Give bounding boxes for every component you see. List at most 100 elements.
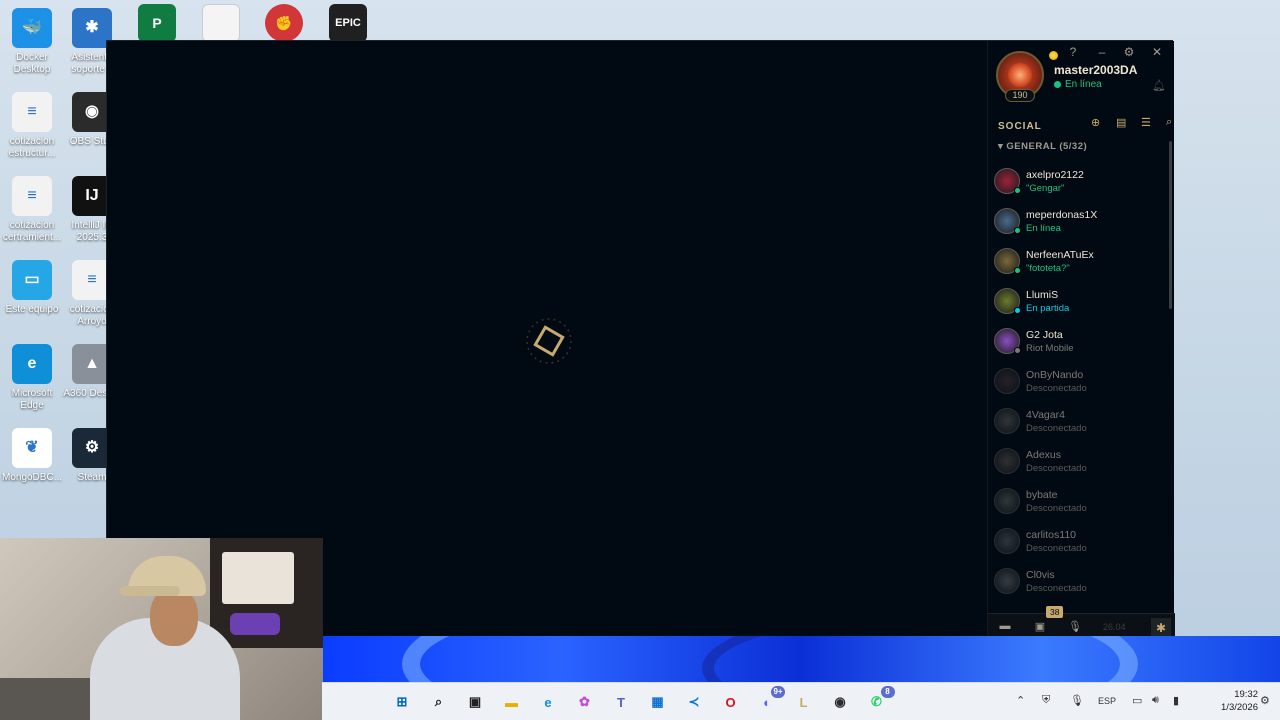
add-friend-icon[interactable]: ⊕: [1091, 116, 1100, 129]
voice-icon[interactable]: 🎙︎: [1064, 620, 1086, 636]
friend-presence-dot: [1014, 227, 1021, 234]
vscode-icon[interactable]: ≺: [682, 690, 706, 714]
whatsapp-icon[interactable]: ✆ 8: [865, 686, 895, 714]
friend-avatar: [994, 488, 1020, 514]
task-view-icon[interactable]: ▣: [463, 690, 487, 714]
close-icon[interactable]: ✕: [1150, 45, 1164, 59]
start-icon[interactable]: ⊞: [390, 690, 414, 714]
quotation-doc-icon[interactable]: ≡ cotizacion estructur...: [0, 92, 64, 160]
battery-icon[interactable]: ▮: [1173, 694, 1179, 707]
friend-presence-dot: [1014, 307, 1021, 314]
chat-icon[interactable]: ▬: [994, 620, 1016, 636]
social-header: SOCIAL ⊕ ▤ ☰ ⌕: [998, 116, 1172, 132]
file-explorer-icon[interactable]: ▬: [500, 690, 524, 714]
friends-list: axelpro2122 "Gengar" meperdonas1X En línea N…: [988, 161, 1171, 613]
friend-name: NerfeenATuEx: [1026, 249, 1094, 261]
friend-row[interactable]: LlumiS En partida: [988, 281, 1171, 321]
friend-status: "Gengar": [1026, 183, 1065, 194]
friend-row[interactable]: axelpro2122 "Gengar": [988, 161, 1171, 201]
friend-row[interactable]: G2 Jota Riot Mobile: [988, 321, 1171, 361]
taskbar: ⊞ ⌕ ▣ ▬ e ✿ T ▦ ≺ O ◐ 9+ L ◉ ✆ 8 ⌃ ⛨ 🎙︎ ESP ▭ 🔊︎ ▮ 19:3…: [322, 682, 1280, 720]
clock[interactable]: 19:32 1/3/2026: [1196, 688, 1258, 714]
friend-name: bybate: [1026, 489, 1058, 501]
store-icon[interactable]: ▦: [646, 690, 670, 714]
search-icon[interactable]: ⌕: [1166, 116, 1172, 129]
profile-header: 190 ? – ⚙ ✕ master2003DA En línea 🔔︎: [988, 41, 1175, 111]
quotation-doc-glyph-icon: ≡: [12, 176, 52, 216]
desktop-icon-label: Docker Desktop: [13, 52, 51, 75]
friend-row[interactable]: NerfeenATuEx "fototeta?": [988, 241, 1171, 281]
volume-icon[interactable]: 🔊︎: [1152, 694, 1159, 707]
notification-count-badge: 38: [1046, 606, 1064, 618]
group-label: GENERAL (5/32): [1006, 141, 1088, 152]
opera-icon[interactable]: O: [719, 690, 743, 714]
friend-name: Cl0vis: [1026, 569, 1055, 581]
desktop-icon-label: MongoDBC...: [1, 472, 63, 483]
friend-status: Desconectado: [1026, 583, 1087, 594]
list-view-icon[interactable]: ☰: [1141, 116, 1151, 129]
minimize-icon[interactable]: –: [1095, 45, 1109, 59]
riot-client-icon[interactable]: ✊: [265, 4, 303, 42]
settings-icon[interactable]: ⚙: [1122, 45, 1136, 59]
friend-row[interactable]: OnByNando Desconectado: [988, 361, 1171, 401]
chevron-up-icon[interactable]: ⌃: [1016, 694, 1025, 707]
project-icon[interactable]: P: [138, 4, 176, 42]
edge-taskbar-icon[interactable]: e: [536, 690, 560, 714]
this-pc-glyph-icon: ▭: [12, 260, 52, 300]
help-icon[interactable]: ?: [1066, 45, 1080, 59]
edge-icon[interactable]: e Microsoft Edge: [0, 344, 64, 412]
add-folder-icon[interactable]: ▤: [1116, 116, 1126, 129]
teams-icon[interactable]: T: [609, 690, 633, 714]
currency-coin-icon[interactable]: [1049, 51, 1058, 60]
friend-group-header[interactable]: ▾ GENERAL (5/32): [998, 141, 1087, 152]
social-title: SOCIAL: [998, 121, 1042, 132]
friend-status: En partida: [1026, 303, 1070, 314]
language-indicator[interactable]: ESP: [1098, 696, 1116, 706]
friend-avatar: [994, 568, 1020, 594]
epic-games-icon[interactable]: EPIC: [329, 4, 367, 42]
friend-row[interactable]: Adexus Desconectado: [988, 441, 1171, 481]
notification-bell-icon[interactable]: 🔔︎: [1152, 79, 1166, 92]
friend-row[interactable]: meperdonas1X En línea: [988, 201, 1171, 241]
quotation-doc-icon-2[interactable]: ≡ cotizacion certramient...: [0, 176, 64, 244]
security-icon[interactable]: ⛨: [1042, 694, 1050, 707]
friend-status: En línea: [1026, 223, 1061, 234]
mongodb-glyph-icon: ❦: [12, 428, 52, 468]
friend-row[interactable]: bybate Desconectado: [988, 481, 1171, 521]
league-icon[interactable]: L: [792, 690, 816, 714]
desktop-icon-label: cotizacion certramient...: [2, 220, 62, 243]
copilot-icon[interactable]: ✿: [573, 690, 597, 714]
search-icon[interactable]: ⌕: [427, 690, 451, 714]
friend-presence-dot: [1014, 347, 1021, 354]
discord-icon[interactable]: ◐ 9+: [755, 686, 785, 714]
friend-name: carlitos110: [1026, 529, 1076, 541]
profile-username[interactable]: master2003DA: [1054, 63, 1137, 77]
missions-icon[interactable]: ▣: [1029, 620, 1051, 636]
this-pc-icon[interactable]: ▭ Este equipo: [0, 260, 64, 316]
friend-name: axelpro2122: [1026, 169, 1084, 181]
docker-icon[interactable]: 🐳 Docker Desktop: [0, 8, 64, 76]
obs-taskbar-icon[interactable]: ◉: [828, 690, 852, 714]
friend-status: Desconectado: [1026, 543, 1087, 554]
profile-status[interactable]: En línea: [1054, 79, 1102, 90]
friend-presence-dot: [1014, 187, 1021, 194]
mongodb-icon[interactable]: ❦ MongoDBC...: [0, 428, 64, 484]
friend-avatar: [994, 528, 1020, 554]
friend-name: Adexus: [1026, 449, 1062, 461]
microphone-icon[interactable]: 🎙︎: [1070, 694, 1084, 707]
friend-row[interactable]: carlitos110 Desconectado: [988, 521, 1171, 561]
clock-date: 1/3/2026: [1221, 702, 1258, 713]
desktop-icon-label: Microsoft Edge: [11, 388, 53, 411]
friend-status: Desconectado: [1026, 423, 1087, 434]
friend-avatar: [994, 408, 1020, 434]
friend-status: Desconectado: [1026, 463, 1087, 474]
friend-status: Desconectado: [1026, 383, 1087, 394]
document-icon[interactable]: [202, 4, 240, 42]
display-icon[interactable]: ▭: [1132, 694, 1142, 707]
friend-row[interactable]: 4Vagar4 Desconectado: [988, 401, 1171, 441]
friend-row[interactable]: Cl0vis Desconectado: [988, 561, 1171, 601]
friend-status: Riot Mobile: [1026, 343, 1074, 354]
bug-report-icon[interactable]: ✱: [1151, 618, 1171, 638]
notification-icon[interactable]: ⚙: [1260, 694, 1270, 707]
friend-name: LlumiS: [1026, 289, 1059, 301]
